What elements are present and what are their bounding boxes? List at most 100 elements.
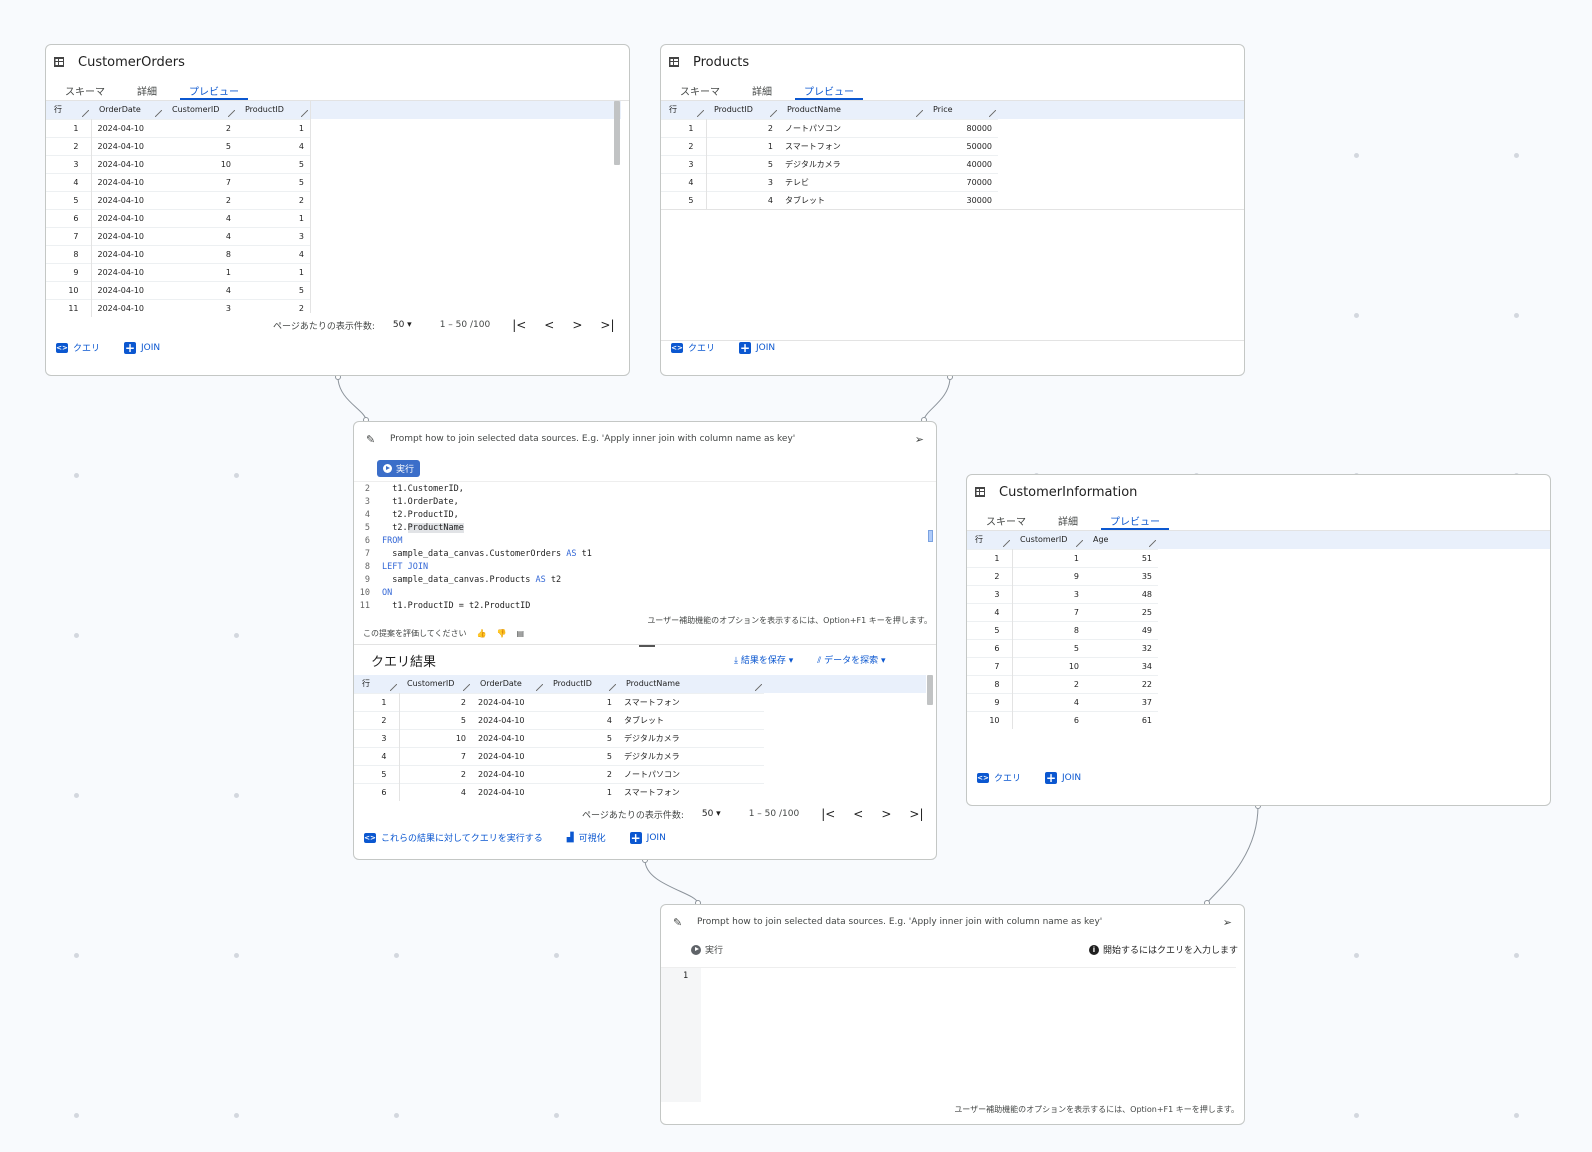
next-page-icon[interactable]: > <box>572 318 582 332</box>
tab-details[interactable]: 詳細 <box>128 75 166 100</box>
table-cell: 10 <box>399 728 472 747</box>
first-page-icon[interactable]: |< <box>821 807 835 821</box>
table-cell: タブレット <box>618 710 764 729</box>
run-button[interactable]: 実行 <box>691 943 723 956</box>
join-button[interactable]: + JOIN <box>1045 771 1081 784</box>
row-number: 7 <box>46 226 92 245</box>
join-button[interactable]: + JOIN <box>739 341 775 354</box>
table-cell: 5 <box>706 154 779 173</box>
tab-schema[interactable]: スキーマ <box>671 75 729 100</box>
query-button[interactable]: <> クエリ <box>977 771 1021 784</box>
table-header-row: 行 OrderDate CustomerID ProductID <box>46 101 310 119</box>
table-cell: 7 <box>1012 602 1085 621</box>
send-icon[interactable]: ➢ <box>915 433 924 446</box>
column-header[interactable]: 行 <box>661 101 706 119</box>
table-header-row: 行 CustomerID OrderDate ProductID Product… <box>354 675 764 693</box>
resize-handle[interactable] <box>639 645 655 647</box>
column-header[interactable]: Price <box>925 101 998 119</box>
sql-editor[interactable]: 2 t1.CustomerID, 3 t1.OrderDate, 4 t2.Prod… <box>354 482 924 612</box>
vertical-scrollbar[interactable] <box>927 675 933 705</box>
tab-preview[interactable]: プレビュー <box>180 75 248 100</box>
prev-page-icon[interactable]: < <box>853 807 863 821</box>
table-cell: 6 <box>1012 710 1085 729</box>
table-row: 1 2 ノートパソコン 80000 <box>661 118 998 137</box>
row-number: 3 <box>967 584 1013 603</box>
prompt-input-row[interactable]: ✎ Prompt how to join selected data sourc… <box>661 905 1244 939</box>
run-button[interactable]: 実行 <box>377 460 421 477</box>
column-header[interactable]: Age <box>1085 531 1158 549</box>
row-number: 4 <box>46 172 92 191</box>
column-header[interactable]: OrderDate <box>472 675 545 693</box>
run-query-on-results-button[interactable]: <> これらの結果に対してクエリを実行する <box>364 831 543 844</box>
explore-data-button[interactable]: ⫽ データを探索 ▾ <box>817 653 885 666</box>
column-header[interactable]: 行 <box>46 101 91 119</box>
code-line: 4 t2.ProductID, <box>354 508 924 521</box>
last-page-icon[interactable]: >| <box>600 318 614 332</box>
column-header[interactable]: ProductID <box>706 101 779 119</box>
table-cell: 5 <box>237 280 310 299</box>
info-icon: i <box>1088 944 1099 955</box>
thumbs-down-icon[interactable]: 👎 <box>497 629 507 638</box>
prompt-input[interactable]: Prompt how to join selected data sources… <box>390 434 795 444</box>
join-button[interactable]: + JOIN <box>629 831 666 844</box>
table-row: 6 4 2024-04-10 1 スマートフォン <box>354 782 764 801</box>
table-cell: 2 <box>164 118 237 137</box>
tab-preview[interactable]: プレビュー <box>795 75 863 100</box>
join-button[interactable]: + JOIN <box>124 341 160 354</box>
row-number: 2 <box>46 136 92 155</box>
column-header[interactable]: 行 <box>967 531 1012 549</box>
column-header[interactable]: 行 <box>354 675 399 693</box>
column-header[interactable]: CustomerID <box>1012 531 1085 549</box>
table-cell: 70000 <box>925 172 998 191</box>
thumbs-up-icon[interactable]: 👍 <box>477 629 487 638</box>
magic-wand-icon: ✎ <box>673 915 683 929</box>
prev-page-icon[interactable]: < <box>544 318 554 332</box>
table-cell: 4 <box>237 244 310 263</box>
table-cell: 35 <box>1085 566 1158 585</box>
table-cell: 5 <box>237 154 310 173</box>
page-size-select[interactable]: 50 ▾ <box>702 809 721 819</box>
feedback-icon[interactable]: ▤ <box>516 629 524 638</box>
join-query-node[interactable]: ✎ Prompt how to join selected data sourc… <box>353 421 937 860</box>
column-header[interactable]: ProductID <box>237 101 310 119</box>
next-page-icon[interactable]: > <box>881 807 891 821</box>
row-number: 1 <box>661 118 707 137</box>
column-header[interactable]: ProductName <box>779 101 925 119</box>
send-icon[interactable]: ➢ <box>1223 916 1232 929</box>
prompt-input-row[interactable]: ✎ Prompt how to join selected data sourc… <box>354 422 936 456</box>
tab-preview[interactable]: プレビュー <box>1101 505 1169 530</box>
table-cell: 3 <box>164 298 237 317</box>
column-header[interactable]: ProductName <box>618 675 764 693</box>
row-number: 9 <box>46 262 92 281</box>
join-query-node-empty[interactable]: ✎ Prompt how to join selected data sourc… <box>660 904 1245 1125</box>
last-page-icon[interactable]: >| <box>909 807 923 821</box>
first-page-icon[interactable]: |< <box>512 318 526 332</box>
row-number: 3 <box>46 154 92 173</box>
table-cell: 5 <box>1012 638 1085 657</box>
connector-query-result <box>644 859 699 904</box>
query-button[interactable]: <> クエリ <box>671 341 715 354</box>
vertical-scrollbar[interactable] <box>614 101 620 165</box>
customerorders-card[interactable]: CustomerOrders スキーマ 詳細 プレビュー 行 OrderDate… <box>45 44 630 376</box>
save-results-button[interactable]: ⤓ 結果を保存 ▾ <box>734 653 793 666</box>
tab-details[interactable]: 詳細 <box>1049 505 1087 530</box>
customerinformation-card[interactable]: CustomerInformation スキーマ 詳細 プレビュー 行 Cust… <box>966 474 1551 806</box>
tab-schema[interactable]: スキーマ <box>977 505 1035 530</box>
column-header[interactable]: CustomerID <box>164 101 237 119</box>
tab-schema[interactable]: スキーマ <box>56 75 114 100</box>
visualize-button[interactable]: ▟ 可視化 <box>567 831 606 845</box>
prompt-input[interactable]: Prompt how to join selected data sources… <box>697 917 1102 927</box>
column-header[interactable]: OrderDate <box>91 101 164 119</box>
card-title: CustomerOrders <box>78 54 185 70</box>
code-line: 3 t1.OrderDate, <box>354 495 924 508</box>
column-header[interactable]: CustomerID <box>399 675 472 693</box>
canvas-dot <box>234 1113 239 1118</box>
query-button[interactable]: <> クエリ <box>56 341 100 354</box>
page-size-select[interactable]: 50 ▾ <box>393 320 412 330</box>
canvas-dot <box>234 953 239 958</box>
tab-details[interactable]: 詳細 <box>743 75 781 100</box>
magic-wand-icon: ✎ <box>366 432 376 446</box>
products-card[interactable]: Products スキーマ 詳細 プレビュー 行 ProductID Produ… <box>660 44 1245 376</box>
column-header[interactable]: ProductID <box>545 675 618 693</box>
sql-editor[interactable]: 1 <box>661 967 1236 1102</box>
